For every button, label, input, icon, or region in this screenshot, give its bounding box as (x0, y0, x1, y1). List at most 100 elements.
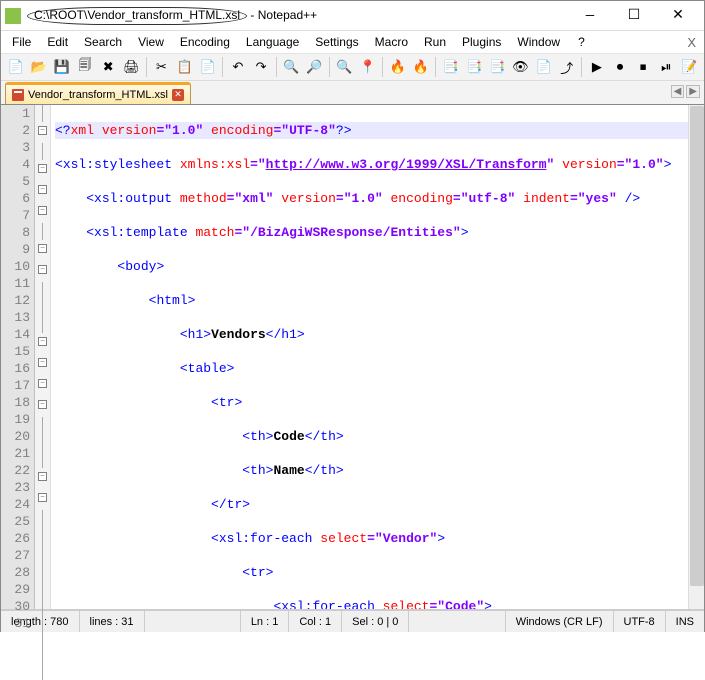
wrap-icon[interactable]: 📑 (440, 56, 461, 78)
menu-encoding[interactable]: Encoding (173, 33, 237, 51)
save-icon[interactable]: 💾 (51, 56, 72, 78)
line-number: 31 (1, 615, 30, 632)
menu-view[interactable]: View (131, 33, 171, 51)
fold-gutter: − − − − − − − − − − − − (35, 105, 51, 609)
line-number: 21 (1, 445, 30, 462)
paste-icon[interactable]: 📄 (197, 56, 218, 78)
menu-language[interactable]: Language (239, 33, 306, 51)
menu-macro[interactable]: Macro (368, 33, 415, 51)
file-tab[interactable]: Vendor_transform_HTML.xsl ✕ (5, 82, 191, 104)
line-number: 2 (1, 122, 30, 139)
line-number: 25 (1, 513, 30, 530)
menu-plugins[interactable]: Plugins (455, 33, 508, 51)
minimize-button[interactable]: — (568, 2, 612, 30)
file-type-icon (12, 89, 24, 101)
close-button[interactable]: ✕ (656, 2, 700, 30)
maximize-button[interactable]: ☐ (612, 2, 656, 30)
close-file-icon[interactable]: ✖ (98, 56, 119, 78)
print-icon[interactable]: 🖨 (121, 56, 142, 78)
macro-multi-icon[interactable]: ⏯ (656, 56, 677, 78)
func-list-icon[interactable]: ⤴ (556, 56, 577, 78)
menu-file[interactable]: File (5, 33, 38, 51)
sync-h-icon[interactable]: 🔥 (410, 56, 431, 78)
fold-toggle-icon[interactable]: − (38, 206, 47, 215)
tab-close-icon[interactable]: ✕ (172, 89, 184, 101)
fold-toggle-icon[interactable]: − (38, 126, 47, 135)
line-number: 8 (1, 224, 30, 241)
line-number: 20 (1, 428, 30, 445)
menu-run[interactable]: Run (417, 33, 453, 51)
line-number: 19 (1, 411, 30, 428)
replace-icon[interactable]: 🔎 (304, 56, 325, 78)
status-eol[interactable]: Windows (CR LF) (506, 611, 614, 632)
line-number: 28 (1, 564, 30, 581)
line-number: 5 (1, 173, 30, 190)
statusbar: length : 780 lines : 31 Ln : 1 Col : 1 S… (1, 610, 704, 632)
line-number: 1 (1, 105, 30, 122)
cut-icon[interactable]: ✂ (151, 56, 172, 78)
titlebar: C:\ROOT\Vendor_transform_HTML.xsl - Note… (1, 1, 704, 31)
undo-icon[interactable]: ↶ (227, 56, 248, 78)
zoom-in-icon[interactable]: 🔍 (334, 56, 355, 78)
tab-label: Vendor_transform_HTML.xsl (28, 89, 168, 101)
all-chars-icon[interactable]: 📑 (464, 56, 485, 78)
fold-toggle-icon[interactable]: − (38, 400, 47, 409)
zoom-out-icon[interactable]: 📍 (357, 56, 378, 78)
redo-icon[interactable]: ↷ (250, 56, 271, 78)
fold-toggle-icon[interactable]: − (38, 265, 47, 274)
fold-toggle-icon[interactable]: − (38, 244, 47, 253)
line-number: 3 (1, 139, 30, 156)
app-icon (5, 8, 21, 24)
menu-edit[interactable]: Edit (40, 33, 75, 51)
menu-settings[interactable]: Settings (308, 33, 365, 51)
line-number: 16 (1, 360, 30, 377)
line-number: 13 (1, 309, 30, 326)
copy-icon[interactable]: 📋 (174, 56, 195, 78)
monitoring-icon[interactable]: 👁 (510, 56, 531, 78)
file-path: C:\ROOT\Vendor_transform_HTML.xsl (27, 7, 247, 25)
open-file-icon[interactable]: 📂 (28, 56, 49, 78)
doc-close-button[interactable]: X (687, 35, 696, 50)
menubar: File Edit Search View Encoding Language … (1, 31, 704, 53)
fold-toggle-icon[interactable]: − (38, 379, 47, 388)
fold-toggle-icon[interactable]: − (38, 185, 47, 194)
tab-prev-icon[interactable]: ◀ (671, 85, 685, 98)
doc-map-icon[interactable]: 📄 (533, 56, 554, 78)
line-number: 10 (1, 258, 30, 275)
save-all-icon[interactable]: 🗐 (74, 56, 95, 78)
menu-search[interactable]: Search (77, 33, 129, 51)
line-number: 9 (1, 241, 30, 258)
sync-v-icon[interactable]: 🔥 (387, 56, 408, 78)
title-sep: - (250, 8, 257, 22)
app-name: Notepad++ (258, 8, 317, 22)
tabbar: Vendor_transform_HTML.xsl ✕ ◀ ▶ (1, 81, 704, 105)
code-area[interactable]: <?xml version="1.0" encoding="UTF-8"?> <… (51, 105, 704, 609)
vertical-scrollbar[interactable] (688, 105, 704, 609)
macro-record-icon[interactable]: ▶ (586, 56, 607, 78)
status-encoding[interactable]: UTF-8 (614, 611, 666, 632)
line-number: 4 (1, 156, 30, 173)
menu-window[interactable]: Window (510, 33, 567, 51)
macro-play-icon[interactable]: ⏹ (633, 56, 654, 78)
fold-toggle-icon[interactable]: − (38, 358, 47, 367)
new-file-icon[interactable]: 📄 (5, 56, 26, 78)
macro-stop-icon[interactable]: ⏺ (609, 56, 630, 78)
line-number: 11 (1, 275, 30, 292)
editor: 1234567891011121314151617181920212223242… (1, 105, 704, 610)
indent-guide-icon[interactable]: 📑 (487, 56, 508, 78)
line-number: 7 (1, 207, 30, 224)
tab-next-icon[interactable]: ▶ (686, 85, 700, 98)
line-number: 29 (1, 581, 30, 598)
line-number: 23 (1, 479, 30, 496)
macro-save-icon[interactable]: 📝 (679, 56, 700, 78)
line-number: 22 (1, 462, 30, 479)
fold-toggle-icon[interactable]: − (38, 164, 47, 173)
fold-toggle-icon[interactable]: − (38, 493, 47, 502)
fold-toggle-icon[interactable]: − (38, 337, 47, 346)
status-mode[interactable]: INS (666, 611, 704, 632)
line-number: 15 (1, 343, 30, 360)
fold-toggle-icon[interactable]: − (38, 472, 47, 481)
find-icon[interactable]: 🔍 (281, 56, 302, 78)
line-number-gutter: 1234567891011121314151617181920212223242… (1, 105, 35, 609)
menu-help[interactable]: ? (571, 33, 592, 51)
